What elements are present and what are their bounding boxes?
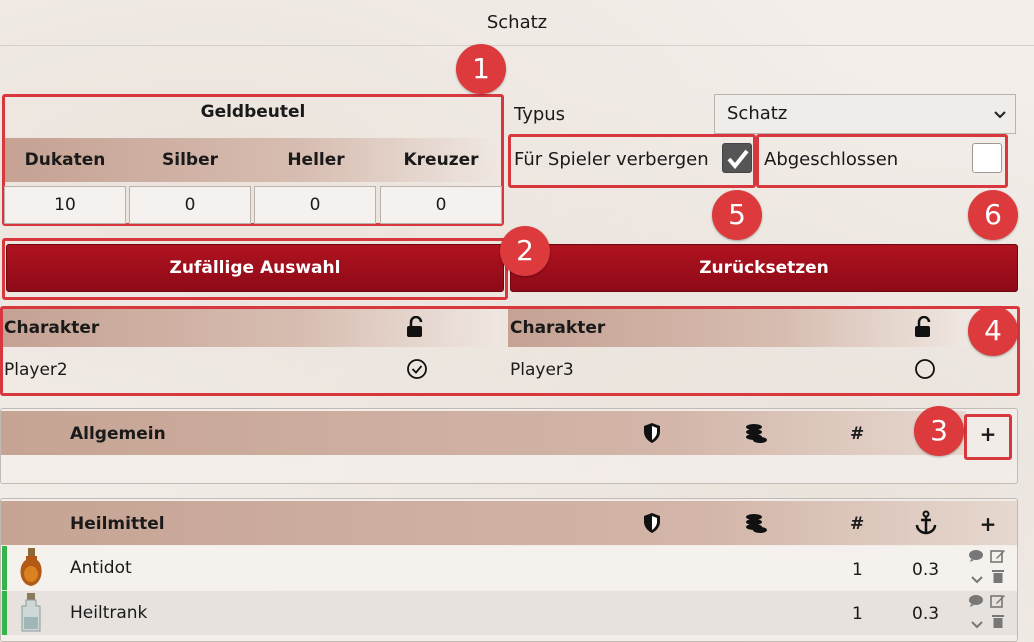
checkmark-icon xyxy=(727,149,749,170)
lock-open-icon xyxy=(914,315,934,342)
check-circle-icon[interactable] xyxy=(406,358,428,384)
coins-icon xyxy=(744,511,768,539)
edit-icon[interactable] xyxy=(990,548,1006,567)
character-header-left: Charakter xyxy=(4,318,100,338)
potion-icon xyxy=(16,546,46,594)
badge-4: 4 xyxy=(968,306,1018,356)
type-select[interactable]: Schatz xyxy=(714,94,1016,134)
badge-6: 6 xyxy=(968,190,1018,240)
shield-icon xyxy=(642,422,662,448)
purse-heller-input[interactable]: 0 xyxy=(254,186,376,224)
character-name: Player2 xyxy=(4,360,68,380)
item-quantity: 1 xyxy=(852,560,863,580)
completed-checkbox[interactable] xyxy=(972,143,1002,173)
page-title: Schatz xyxy=(0,0,1034,46)
equipped-indicator xyxy=(2,546,7,590)
equipped-indicator xyxy=(2,591,7,635)
type-select-value: Schatz xyxy=(727,103,788,124)
character-header-right: Charakter xyxy=(510,318,606,338)
character-name: Player3 xyxy=(510,360,574,380)
edit-icon[interactable] xyxy=(990,593,1006,612)
purse-header-heller: Heller xyxy=(287,150,345,170)
purse-header-dukaten: Dukaten xyxy=(24,150,106,170)
badge-1: 1 xyxy=(456,44,506,94)
item-row[interactable] xyxy=(1,546,1017,590)
lock-open-icon xyxy=(406,315,426,342)
add-item-button[interactable]: + xyxy=(966,422,1010,446)
item-weight: 0.3 xyxy=(912,560,940,580)
trash-icon[interactable] xyxy=(991,568,1005,587)
hide-for-players-checkbox[interactable] xyxy=(722,143,752,173)
hide-for-players-label: Für Spieler verbergen xyxy=(514,149,709,170)
trash-icon[interactable] xyxy=(991,613,1005,632)
random-selection-button[interactable]: Zufällige Auswahl xyxy=(6,244,504,292)
purse-header-kreuzer: Kreuzer xyxy=(403,150,479,170)
shield-icon xyxy=(642,512,662,538)
badge-5: 5 xyxy=(712,190,762,240)
type-label: Typus xyxy=(514,104,566,125)
section-title: Heilmittel xyxy=(70,514,165,534)
chevron-down-icon[interactable] xyxy=(970,570,984,589)
anchor-icon xyxy=(914,510,938,540)
badge-3: 3 xyxy=(914,406,964,456)
section-title: Allgemein xyxy=(70,424,166,444)
purse-title: Geldbeutel xyxy=(200,102,306,122)
item-row[interactable] xyxy=(1,591,1017,635)
item-name: Antidot xyxy=(70,558,132,578)
reset-button[interactable]: Zurücksetzen xyxy=(510,244,1018,292)
badge-2: 2 xyxy=(500,226,550,276)
purse-dukaten-input[interactable]: 10 xyxy=(4,186,126,224)
item-quantity: 1 xyxy=(852,604,863,624)
circle-icon[interactable] xyxy=(914,358,936,384)
quantity-header: # xyxy=(850,514,865,534)
comment-icon[interactable] xyxy=(968,548,984,567)
chevron-down-icon[interactable] xyxy=(970,615,984,634)
purse-header-silber: Silber xyxy=(162,150,218,170)
completed-label: Abgeschlossen xyxy=(764,149,899,170)
quantity-header: # xyxy=(850,424,865,444)
add-item-button[interactable]: + xyxy=(966,512,1010,536)
item-name: Heiltrank xyxy=(70,603,148,623)
coins-icon xyxy=(744,421,768,449)
comment-icon[interactable] xyxy=(968,593,984,612)
purse-kreuzer-input[interactable]: 0 xyxy=(380,186,502,224)
item-weight: 0.3 xyxy=(912,604,940,624)
potion-icon xyxy=(16,591,46,639)
purse-silber-input[interactable]: 0 xyxy=(129,186,251,224)
